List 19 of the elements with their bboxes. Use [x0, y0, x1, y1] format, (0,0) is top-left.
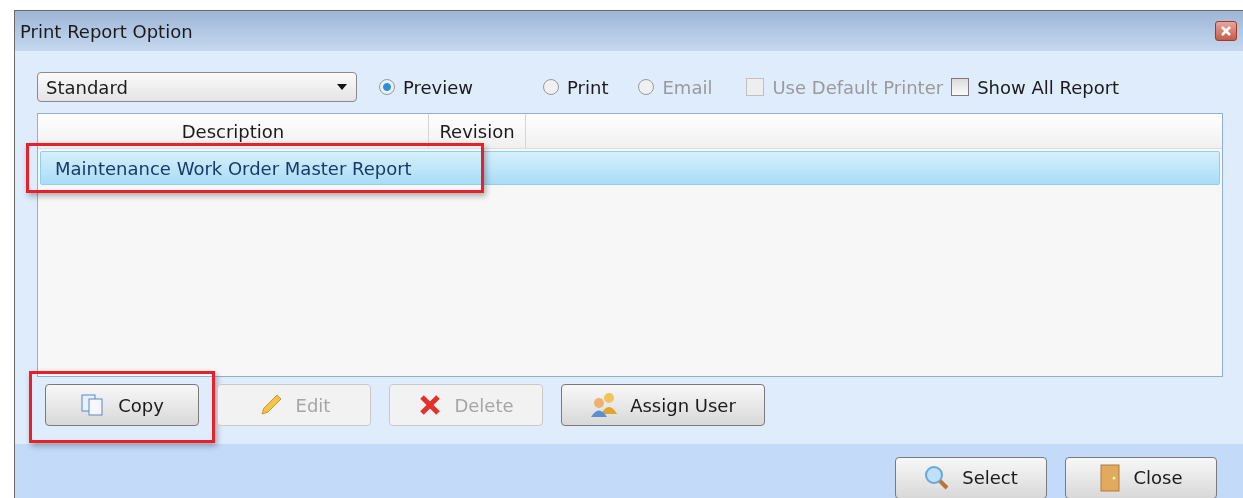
- close-button[interactable]: [1215, 21, 1237, 41]
- report-type-dropdown[interactable]: Standard: [37, 72, 357, 102]
- search-icon: [924, 464, 951, 491]
- caret-icon: [336, 83, 348, 91]
- close-icon: [1220, 25, 1232, 37]
- column-header[interactable]: Description: [38, 114, 429, 148]
- close-button[interactable]: Close: [1065, 456, 1217, 498]
- window-title: Print Report Option: [20, 20, 193, 42]
- cross-icon: [418, 393, 443, 417]
- report-row[interactable]: Maintenance Work Order Master Report: [40, 151, 1220, 185]
- column-header[interactable]: Revision: [429, 114, 526, 148]
- select-button[interactable]: Select: [895, 456, 1047, 498]
- door-icon: [1099, 463, 1122, 492]
- checkbox-option[interactable]: Show All Report: [951, 76, 1120, 98]
- radio-option[interactable]: Preview: [379, 76, 474, 98]
- users-icon: [590, 392, 619, 418]
- copy-button[interactable]: Copy: [45, 384, 199, 426]
- radio-option[interactable]: Print: [543, 76, 609, 98]
- users-button[interactable]: Assign User: [561, 384, 765, 426]
